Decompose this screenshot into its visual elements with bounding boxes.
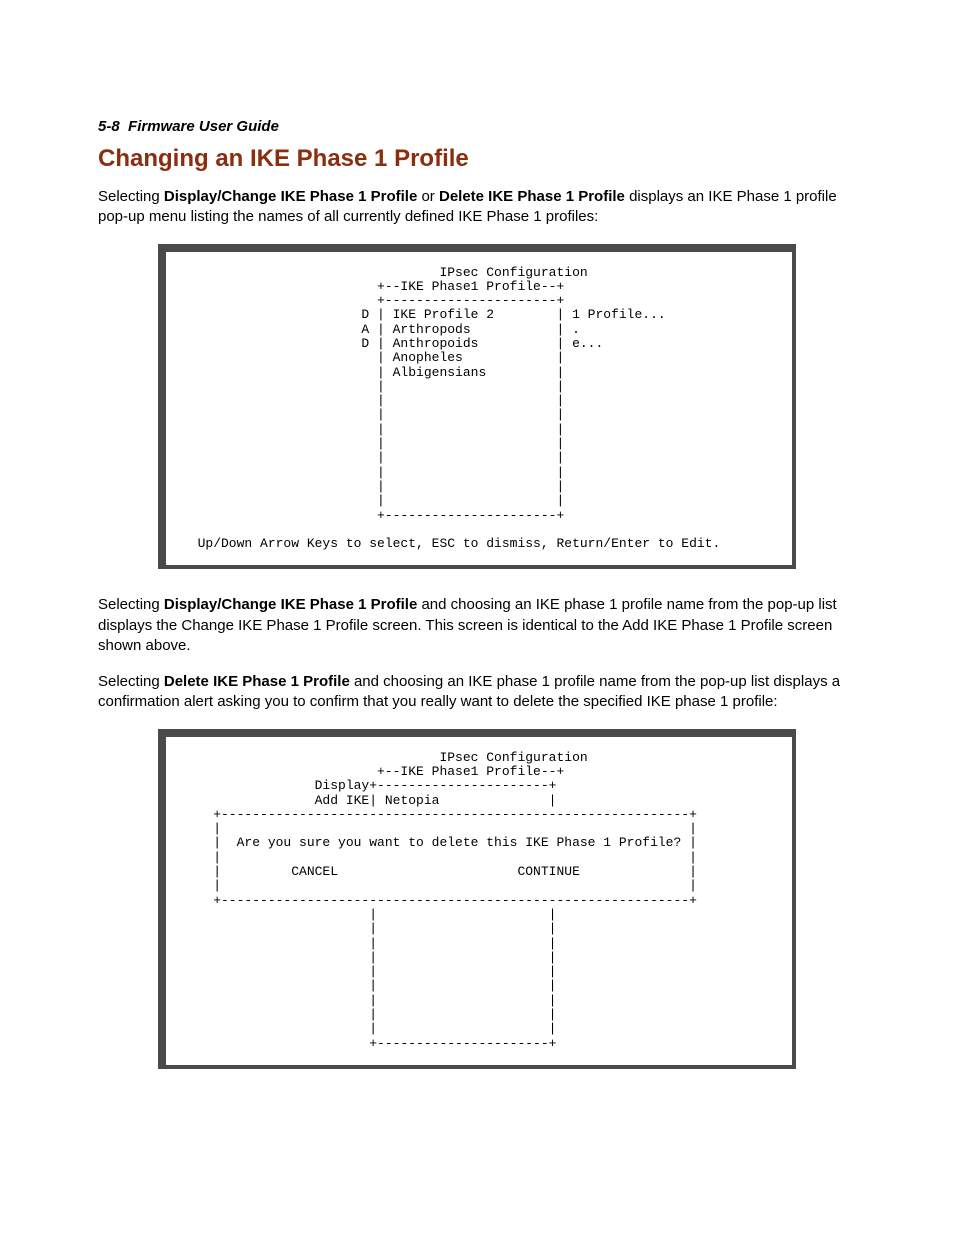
terminal-output-2: IPsec Configuration +--IKE Phase1 Profil… — [182, 751, 776, 1051]
p2-bold1: Display/Change IKE Phase 1 Profile — [164, 596, 417, 613]
section-title: Changing an IKE Phase 1 Profile — [98, 145, 856, 173]
paragraph-1: Selecting Display/Change IKE Phase 1 Pro… — [98, 187, 856, 228]
p3-bold1: Delete IKE Phase 1 Profile — [164, 673, 350, 690]
paragraph-2: Selecting Display/Change IKE Phase 1 Pro… — [98, 595, 856, 656]
p1-bold1: Display/Change IKE Phase 1 Profile — [164, 188, 417, 205]
page-ref: 5-8 — [98, 118, 120, 135]
p2-lead: Selecting — [98, 596, 164, 613]
paragraph-3: Selecting Delete IKE Phase 1 Profile and… — [98, 672, 856, 713]
p3-lead: Selecting — [98, 673, 164, 690]
p1-lead: Selecting — [98, 188, 164, 205]
p1-mid: or — [417, 188, 439, 205]
terminal-frame-2: IPsec Configuration +--IKE Phase1 Profil… — [158, 729, 796, 1069]
terminal-output-1: IPsec Configuration +--IKE Phase1 Profil… — [182, 266, 776, 552]
page-header: 5-8 Firmware User Guide — [98, 118, 856, 135]
terminal-frame-1: IPsec Configuration +--IKE Phase1 Profil… — [158, 244, 796, 570]
doc-title: Firmware User Guide — [128, 118, 279, 135]
page-container: 5-8 Firmware User Guide Changing an IKE … — [0, 0, 954, 1155]
p1-bold2: Delete IKE Phase 1 Profile — [439, 188, 625, 205]
